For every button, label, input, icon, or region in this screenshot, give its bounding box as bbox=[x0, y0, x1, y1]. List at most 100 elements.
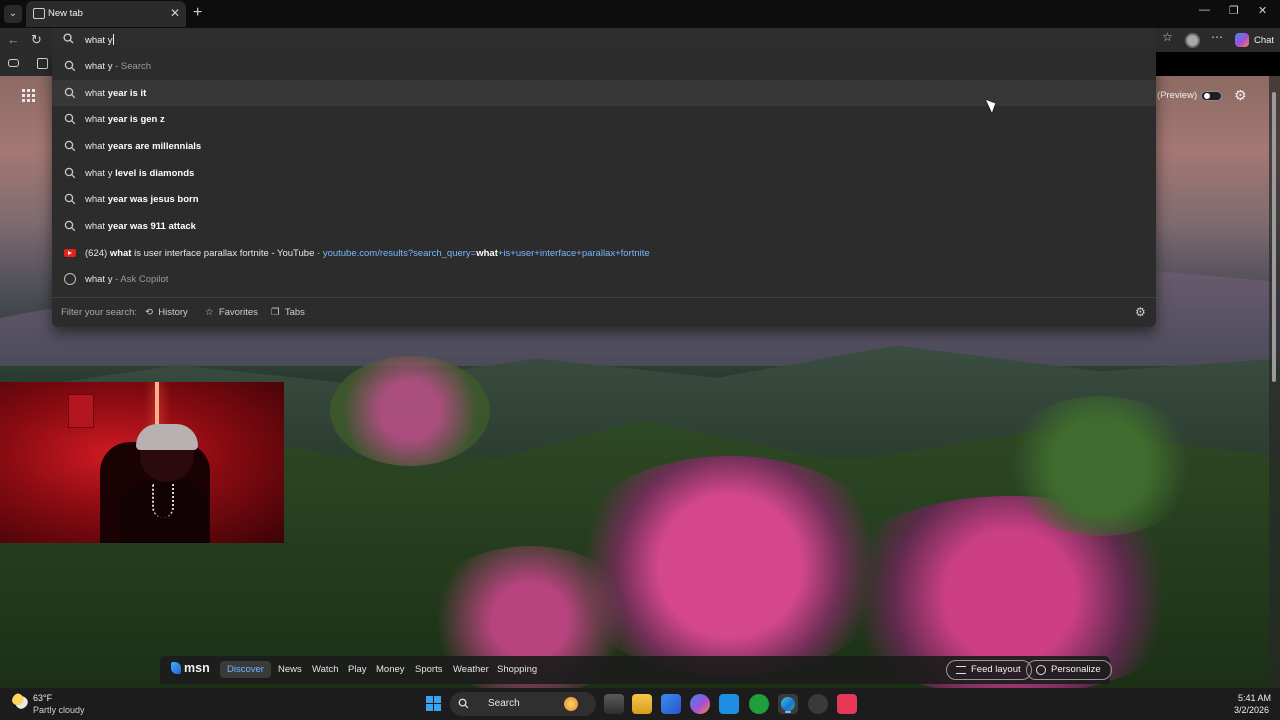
suggestion-completion: year was jesus born bbox=[107, 194, 199, 205]
dropdown-settings-gear-icon[interactable]: ⚙ bbox=[1135, 305, 1146, 319]
search-icon bbox=[64, 60, 76, 72]
tab-new-tab[interactable]: New tab ✕ bbox=[26, 1, 186, 27]
personalize-label: Personalize bbox=[1051, 664, 1101, 675]
youtube-url-bold: what bbox=[476, 248, 498, 259]
filter-favorites-label: Favorites bbox=[218, 307, 258, 318]
suggestion-text: what y bbox=[85, 168, 116, 179]
baseball-cap bbox=[136, 424, 198, 450]
suggestion-suffix: - Ask Copilot bbox=[112, 274, 169, 285]
clock-time[interactable]: 5:41 AM bbox=[1238, 693, 1271, 703]
suggestion-item[interactable]: what y - Search bbox=[52, 53, 1156, 79]
page-settings-gear-icon[interactable]: ⚙ bbox=[1234, 87, 1247, 104]
wall-poster bbox=[68, 394, 94, 428]
more-options-icon[interactable]: ⋯ bbox=[1211, 30, 1223, 50]
filter-tabs-label: Tabs bbox=[284, 307, 305, 318]
favorite-link-icon[interactable] bbox=[8, 59, 19, 67]
taskbar-search-box[interactable]: Search bbox=[450, 692, 596, 716]
chat-button-label[interactable]: Chat bbox=[1254, 35, 1274, 46]
tab-shopping[interactable]: Shopping bbox=[497, 664, 537, 675]
favorite-page-icon[interactable] bbox=[37, 58, 48, 69]
tiktok-icon[interactable] bbox=[837, 694, 857, 714]
tab-sports[interactable]: Sports bbox=[415, 664, 442, 675]
filter-history-button[interactable]: ⟲ History bbox=[145, 307, 188, 318]
partly-cloudy-icon[interactable] bbox=[12, 693, 28, 709]
suggestion-completion: years are millennials bbox=[107, 141, 202, 152]
close-window-icon[interactable]: ✕ bbox=[1258, 4, 1267, 17]
settings-app-icon[interactable] bbox=[808, 694, 828, 714]
microsoft-store-icon[interactable] bbox=[661, 694, 681, 714]
tab-weather[interactable]: Weather bbox=[453, 664, 489, 675]
filter-favorites-button[interactable]: ☆ Favorites bbox=[205, 307, 258, 318]
suggestion-item-youtube[interactable]: (624) what is user interface parallax fo… bbox=[52, 240, 1156, 266]
suggestion-item-copilot[interactable]: what y - Ask Copilot bbox=[52, 266, 1156, 292]
back-arrow-icon[interactable]: ← bbox=[7, 32, 20, 48]
search-highlight-icon bbox=[564, 697, 578, 711]
suggestion-item[interactable]: what year was jesus born bbox=[52, 186, 1156, 212]
weather-temperature[interactable]: 63°F bbox=[33, 693, 52, 703]
tab-money[interactable]: Money bbox=[376, 664, 405, 675]
tab-actions-menu-button[interactable]: ⌄ bbox=[4, 5, 22, 23]
suggestion-completion: level is diamonds bbox=[115, 168, 195, 179]
tab-close-icon[interactable]: ✕ bbox=[170, 6, 180, 20]
msn-butterfly-icon bbox=[171, 662, 181, 674]
favorites-star-icon[interactable]: ☆ bbox=[1162, 30, 1173, 50]
youtube-url-rest: +is+user+interface+parallax+fortnite bbox=[497, 248, 650, 259]
feed-layout-button[interactable]: Feed layout bbox=[946, 660, 1032, 680]
personalize-button[interactable]: Personalize bbox=[1026, 660, 1112, 680]
xbox-icon[interactable] bbox=[749, 694, 769, 714]
search-icon bbox=[458, 698, 469, 709]
profile-avatar[interactable] bbox=[1185, 33, 1200, 48]
tab-discover[interactable]: Discover bbox=[220, 661, 271, 678]
tab-news[interactable]: News bbox=[278, 664, 302, 675]
tab-strip: ⌄ New tab ✕ + — ❐ ✕ bbox=[0, 0, 1280, 28]
refresh-icon[interactable]: ↻ bbox=[31, 32, 42, 48]
suggestion-text: what bbox=[85, 194, 108, 205]
suggestion-completion: year was 911 attack bbox=[107, 221, 196, 232]
taskbar-search-label: Search bbox=[488, 698, 520, 709]
suggestion-item[interactable]: what y level is diamonds bbox=[52, 160, 1156, 186]
tab-watch[interactable]: Watch bbox=[312, 664, 339, 675]
youtube-title-prefix: (624) bbox=[85, 248, 110, 259]
clock-date[interactable]: 3/2/2026 bbox=[1234, 705, 1269, 715]
search-icon bbox=[64, 193, 76, 205]
copilot-logo-icon[interactable] bbox=[1235, 33, 1249, 47]
new-tab-plus-icon[interactable]: + bbox=[193, 4, 202, 22]
layout-icon bbox=[956, 666, 966, 674]
search-icon bbox=[64, 140, 76, 152]
minimize-icon[interactable]: — bbox=[1199, 4, 1210, 16]
msn-logo[interactable]: msn bbox=[171, 661, 210, 675]
windows-start-icon[interactable] bbox=[426, 696, 442, 712]
tab-play[interactable]: Play bbox=[348, 664, 366, 675]
tabs-icon: ❐ bbox=[271, 307, 280, 318]
youtube-title-bold: what bbox=[109, 248, 132, 259]
msn-feed-bar: msn Discover News Watch Play Money Sport… bbox=[160, 656, 1112, 684]
dropdown-divider bbox=[52, 297, 1156, 298]
apps-launcher-icon[interactable] bbox=[22, 89, 36, 103]
suggestion-item[interactable]: what year was 911 attack bbox=[52, 213, 1156, 239]
copilot-app-icon[interactable] bbox=[690, 694, 710, 714]
edge-browser-icon[interactable] bbox=[778, 694, 798, 714]
suggestion-item[interactable]: what years are millennials bbox=[52, 133, 1156, 159]
weather-description[interactable]: Partly cloudy bbox=[33, 705, 85, 715]
address-bar[interactable]: what y bbox=[52, 28, 1156, 52]
windows-taskbar: 63°F Partly cloudy Search 5:41 AM 3/2/20… bbox=[0, 688, 1280, 720]
streamer-webcam-overlay bbox=[0, 382, 284, 543]
filter-history-label: History bbox=[158, 307, 188, 318]
suggestion-text: what bbox=[85, 141, 108, 152]
page-scrollbar[interactable] bbox=[1269, 76, 1280, 688]
feed-layout-label: Feed layout bbox=[971, 664, 1021, 675]
filter-label: Filter your search: bbox=[61, 307, 138, 318]
suggestion-text: what y bbox=[85, 274, 113, 285]
facebook-icon[interactable] bbox=[719, 694, 739, 714]
task-view-icon[interactable] bbox=[604, 694, 624, 714]
personalize-icon bbox=[1036, 665, 1046, 675]
filter-tabs-button[interactable]: ❐ Tabs bbox=[271, 307, 305, 318]
scrollbar-thumb[interactable] bbox=[1272, 92, 1276, 382]
preview-toggle[interactable] bbox=[1201, 91, 1222, 101]
favorites-bar bbox=[0, 52, 52, 76]
suggestion-completion: year is it bbox=[107, 88, 147, 99]
address-bar-text[interactable]: what y bbox=[85, 34, 114, 46]
file-explorer-icon[interactable] bbox=[632, 694, 652, 714]
restore-icon[interactable]: ❐ bbox=[1229, 4, 1239, 17]
youtube-icon bbox=[64, 249, 76, 257]
